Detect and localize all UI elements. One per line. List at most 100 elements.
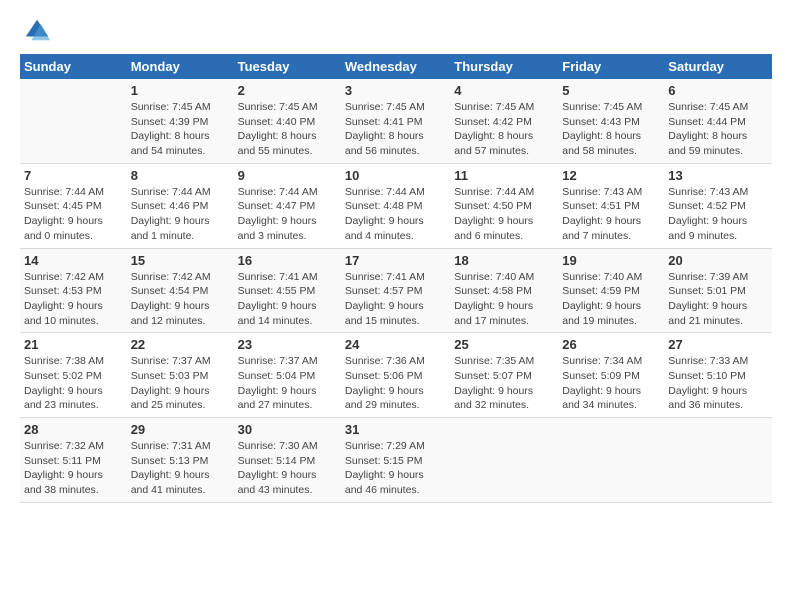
calendar-table: SundayMondayTuesdayWednesdayThursdayFrid…	[20, 54, 772, 503]
day-info: Sunrise: 7:41 AM Sunset: 4:55 PM Dayligh…	[238, 270, 337, 329]
calendar-week-row: 28 Sunrise: 7:32 AM Sunset: 5:11 PM Dayli…	[20, 418, 772, 503]
day-info: Sunrise: 7:44 AM Sunset: 4:47 PM Dayligh…	[238, 185, 337, 244]
weekday-header: Saturday	[664, 54, 772, 79]
day-info: Sunrise: 7:39 AM Sunset: 5:01 PM Dayligh…	[668, 270, 768, 329]
day-number: 16	[238, 253, 337, 268]
day-number: 4	[454, 83, 554, 98]
weekday-header: Monday	[127, 54, 234, 79]
day-number: 9	[238, 168, 337, 183]
day-info: Sunrise: 7:45 AM Sunset: 4:40 PM Dayligh…	[238, 100, 337, 159]
day-info: Sunrise: 7:38 AM Sunset: 5:02 PM Dayligh…	[24, 354, 123, 413]
day-info: Sunrise: 7:34 AM Sunset: 5:09 PM Dayligh…	[562, 354, 660, 413]
weekday-header-row: SundayMondayTuesdayWednesdayThursdayFrid…	[20, 54, 772, 79]
calendar-cell: 21 Sunrise: 7:38 AM Sunset: 5:02 PM Dayli…	[20, 333, 127, 418]
day-number: 5	[562, 83, 660, 98]
day-number: 8	[131, 168, 230, 183]
logo	[20, 16, 52, 44]
day-info: Sunrise: 7:45 AM Sunset: 4:42 PM Dayligh…	[454, 100, 554, 159]
weekday-header: Sunday	[20, 54, 127, 79]
calendar-cell: 29 Sunrise: 7:31 AM Sunset: 5:13 PM Dayli…	[127, 418, 234, 503]
calendar-cell	[450, 418, 558, 503]
weekday-header: Tuesday	[234, 54, 341, 79]
calendar-cell: 14 Sunrise: 7:42 AM Sunset: 4:53 PM Dayli…	[20, 248, 127, 333]
header	[20, 16, 772, 44]
day-number: 27	[668, 337, 768, 352]
day-info: Sunrise: 7:45 AM Sunset: 4:43 PM Dayligh…	[562, 100, 660, 159]
day-number: 11	[454, 168, 554, 183]
day-number: 3	[345, 83, 446, 98]
day-number: 6	[668, 83, 768, 98]
calendar-week-row: 21 Sunrise: 7:38 AM Sunset: 5:02 PM Dayli…	[20, 333, 772, 418]
day-info: Sunrise: 7:44 AM Sunset: 4:46 PM Dayligh…	[131, 185, 230, 244]
day-info: Sunrise: 7:41 AM Sunset: 4:57 PM Dayligh…	[345, 270, 446, 329]
day-info: Sunrise: 7:29 AM Sunset: 5:15 PM Dayligh…	[345, 439, 446, 498]
calendar-cell: 15 Sunrise: 7:42 AM Sunset: 4:54 PM Dayli…	[127, 248, 234, 333]
day-number: 19	[562, 253, 660, 268]
weekday-header: Friday	[558, 54, 664, 79]
day-info: Sunrise: 7:31 AM Sunset: 5:13 PM Dayligh…	[131, 439, 230, 498]
day-info: Sunrise: 7:37 AM Sunset: 5:04 PM Dayligh…	[238, 354, 337, 413]
day-number: 22	[131, 337, 230, 352]
day-number: 7	[24, 168, 123, 183]
day-number: 25	[454, 337, 554, 352]
day-number: 13	[668, 168, 768, 183]
day-info: Sunrise: 7:42 AM Sunset: 4:53 PM Dayligh…	[24, 270, 123, 329]
day-number: 2	[238, 83, 337, 98]
weekday-header: Thursday	[450, 54, 558, 79]
day-number: 17	[345, 253, 446, 268]
day-info: Sunrise: 7:32 AM Sunset: 5:11 PM Dayligh…	[24, 439, 123, 498]
calendar-cell: 5 Sunrise: 7:45 AM Sunset: 4:43 PM Daylig…	[558, 79, 664, 163]
calendar-cell: 2 Sunrise: 7:45 AM Sunset: 4:40 PM Daylig…	[234, 79, 341, 163]
calendar-cell: 28 Sunrise: 7:32 AM Sunset: 5:11 PM Dayli…	[20, 418, 127, 503]
calendar-cell: 1 Sunrise: 7:45 AM Sunset: 4:39 PM Daylig…	[127, 79, 234, 163]
calendar-cell: 11 Sunrise: 7:44 AM Sunset: 4:50 PM Dayli…	[450, 163, 558, 248]
calendar-cell: 19Sunrise: 7:40 AM Sunset: 4:59 PM Dayli…	[558, 248, 664, 333]
calendar-cell: 9 Sunrise: 7:44 AM Sunset: 4:47 PM Daylig…	[234, 163, 341, 248]
day-info: Sunrise: 7:37 AM Sunset: 5:03 PM Dayligh…	[131, 354, 230, 413]
calendar-cell: 6Sunrise: 7:45 AM Sunset: 4:44 PM Daylig…	[664, 79, 772, 163]
day-number: 29	[131, 422, 230, 437]
day-number: 31	[345, 422, 446, 437]
calendar-cell: 23 Sunrise: 7:37 AM Sunset: 5:04 PM Dayli…	[234, 333, 341, 418]
day-number: 28	[24, 422, 123, 437]
day-info: Sunrise: 7:44 AM Sunset: 4:50 PM Dayligh…	[454, 185, 554, 244]
day-info: Sunrise: 7:45 AM Sunset: 4:41 PM Dayligh…	[345, 100, 446, 159]
calendar-cell: 12 Sunrise: 7:43 AM Sunset: 4:51 PM Dayli…	[558, 163, 664, 248]
calendar-cell: 31 Sunrise: 7:29 AM Sunset: 5:15 PM Dayli…	[341, 418, 450, 503]
page-container: SundayMondayTuesdayWednesdayThursdayFrid…	[0, 0, 792, 513]
day-number: 20	[668, 253, 768, 268]
calendar-cell: 3 Sunrise: 7:45 AM Sunset: 4:41 PM Daylig…	[341, 79, 450, 163]
calendar-cell: 16 Sunrise: 7:41 AM Sunset: 4:55 PM Dayli…	[234, 248, 341, 333]
day-info: Sunrise: 7:42 AM Sunset: 4:54 PM Dayligh…	[131, 270, 230, 329]
day-number: 1	[131, 83, 230, 98]
calendar-cell: 17 Sunrise: 7:41 AM Sunset: 4:57 PM Dayli…	[341, 248, 450, 333]
calendar-cell: 20 Sunrise: 7:39 AM Sunset: 5:01 PM Dayli…	[664, 248, 772, 333]
day-number: 15	[131, 253, 230, 268]
calendar-cell: 22 Sunrise: 7:37 AM Sunset: 5:03 PM Dayli…	[127, 333, 234, 418]
day-info: Sunrise: 7:30 AM Sunset: 5:14 PM Dayligh…	[238, 439, 337, 498]
day-number: 24	[345, 337, 446, 352]
day-info: Sunrise: 7:44 AM Sunset: 4:48 PM Dayligh…	[345, 185, 446, 244]
day-info: Sunrise: 7:35 AM Sunset: 5:07 PM Dayligh…	[454, 354, 554, 413]
day-number: 21	[24, 337, 123, 352]
calendar-cell: 27 Sunrise: 7:33 AM Sunset: 5:10 PM Dayli…	[664, 333, 772, 418]
day-info: Sunrise: 7:33 AM Sunset: 5:10 PM Dayligh…	[668, 354, 768, 413]
day-info: Sunrise: 7:40 AM Sunset: 4:58 PM Dayligh…	[454, 270, 554, 329]
calendar-cell: 26Sunrise: 7:34 AM Sunset: 5:09 PM Dayli…	[558, 333, 664, 418]
calendar-cell: 18Sunrise: 7:40 AM Sunset: 4:58 PM Dayli…	[450, 248, 558, 333]
day-info: Sunrise: 7:43 AM Sunset: 4:52 PM Dayligh…	[668, 185, 768, 244]
calendar-cell: 8 Sunrise: 7:44 AM Sunset: 4:46 PM Daylig…	[127, 163, 234, 248]
day-number: 30	[238, 422, 337, 437]
day-info: Sunrise: 7:45 AM Sunset: 4:39 PM Dayligh…	[131, 100, 230, 159]
day-info: Sunrise: 7:36 AM Sunset: 5:06 PM Dayligh…	[345, 354, 446, 413]
calendar-cell	[558, 418, 664, 503]
weekday-header: Wednesday	[341, 54, 450, 79]
day-number: 14	[24, 253, 123, 268]
day-info: Sunrise: 7:43 AM Sunset: 4:51 PM Dayligh…	[562, 185, 660, 244]
calendar-week-row: 14 Sunrise: 7:42 AM Sunset: 4:53 PM Dayli…	[20, 248, 772, 333]
day-number: 23	[238, 337, 337, 352]
calendar-cell: 7 Sunrise: 7:44 AM Sunset: 4:45 PM Daylig…	[20, 163, 127, 248]
day-number: 12	[562, 168, 660, 183]
day-info: Sunrise: 7:44 AM Sunset: 4:45 PM Dayligh…	[24, 185, 123, 244]
calendar-week-row: 7 Sunrise: 7:44 AM Sunset: 4:45 PM Daylig…	[20, 163, 772, 248]
